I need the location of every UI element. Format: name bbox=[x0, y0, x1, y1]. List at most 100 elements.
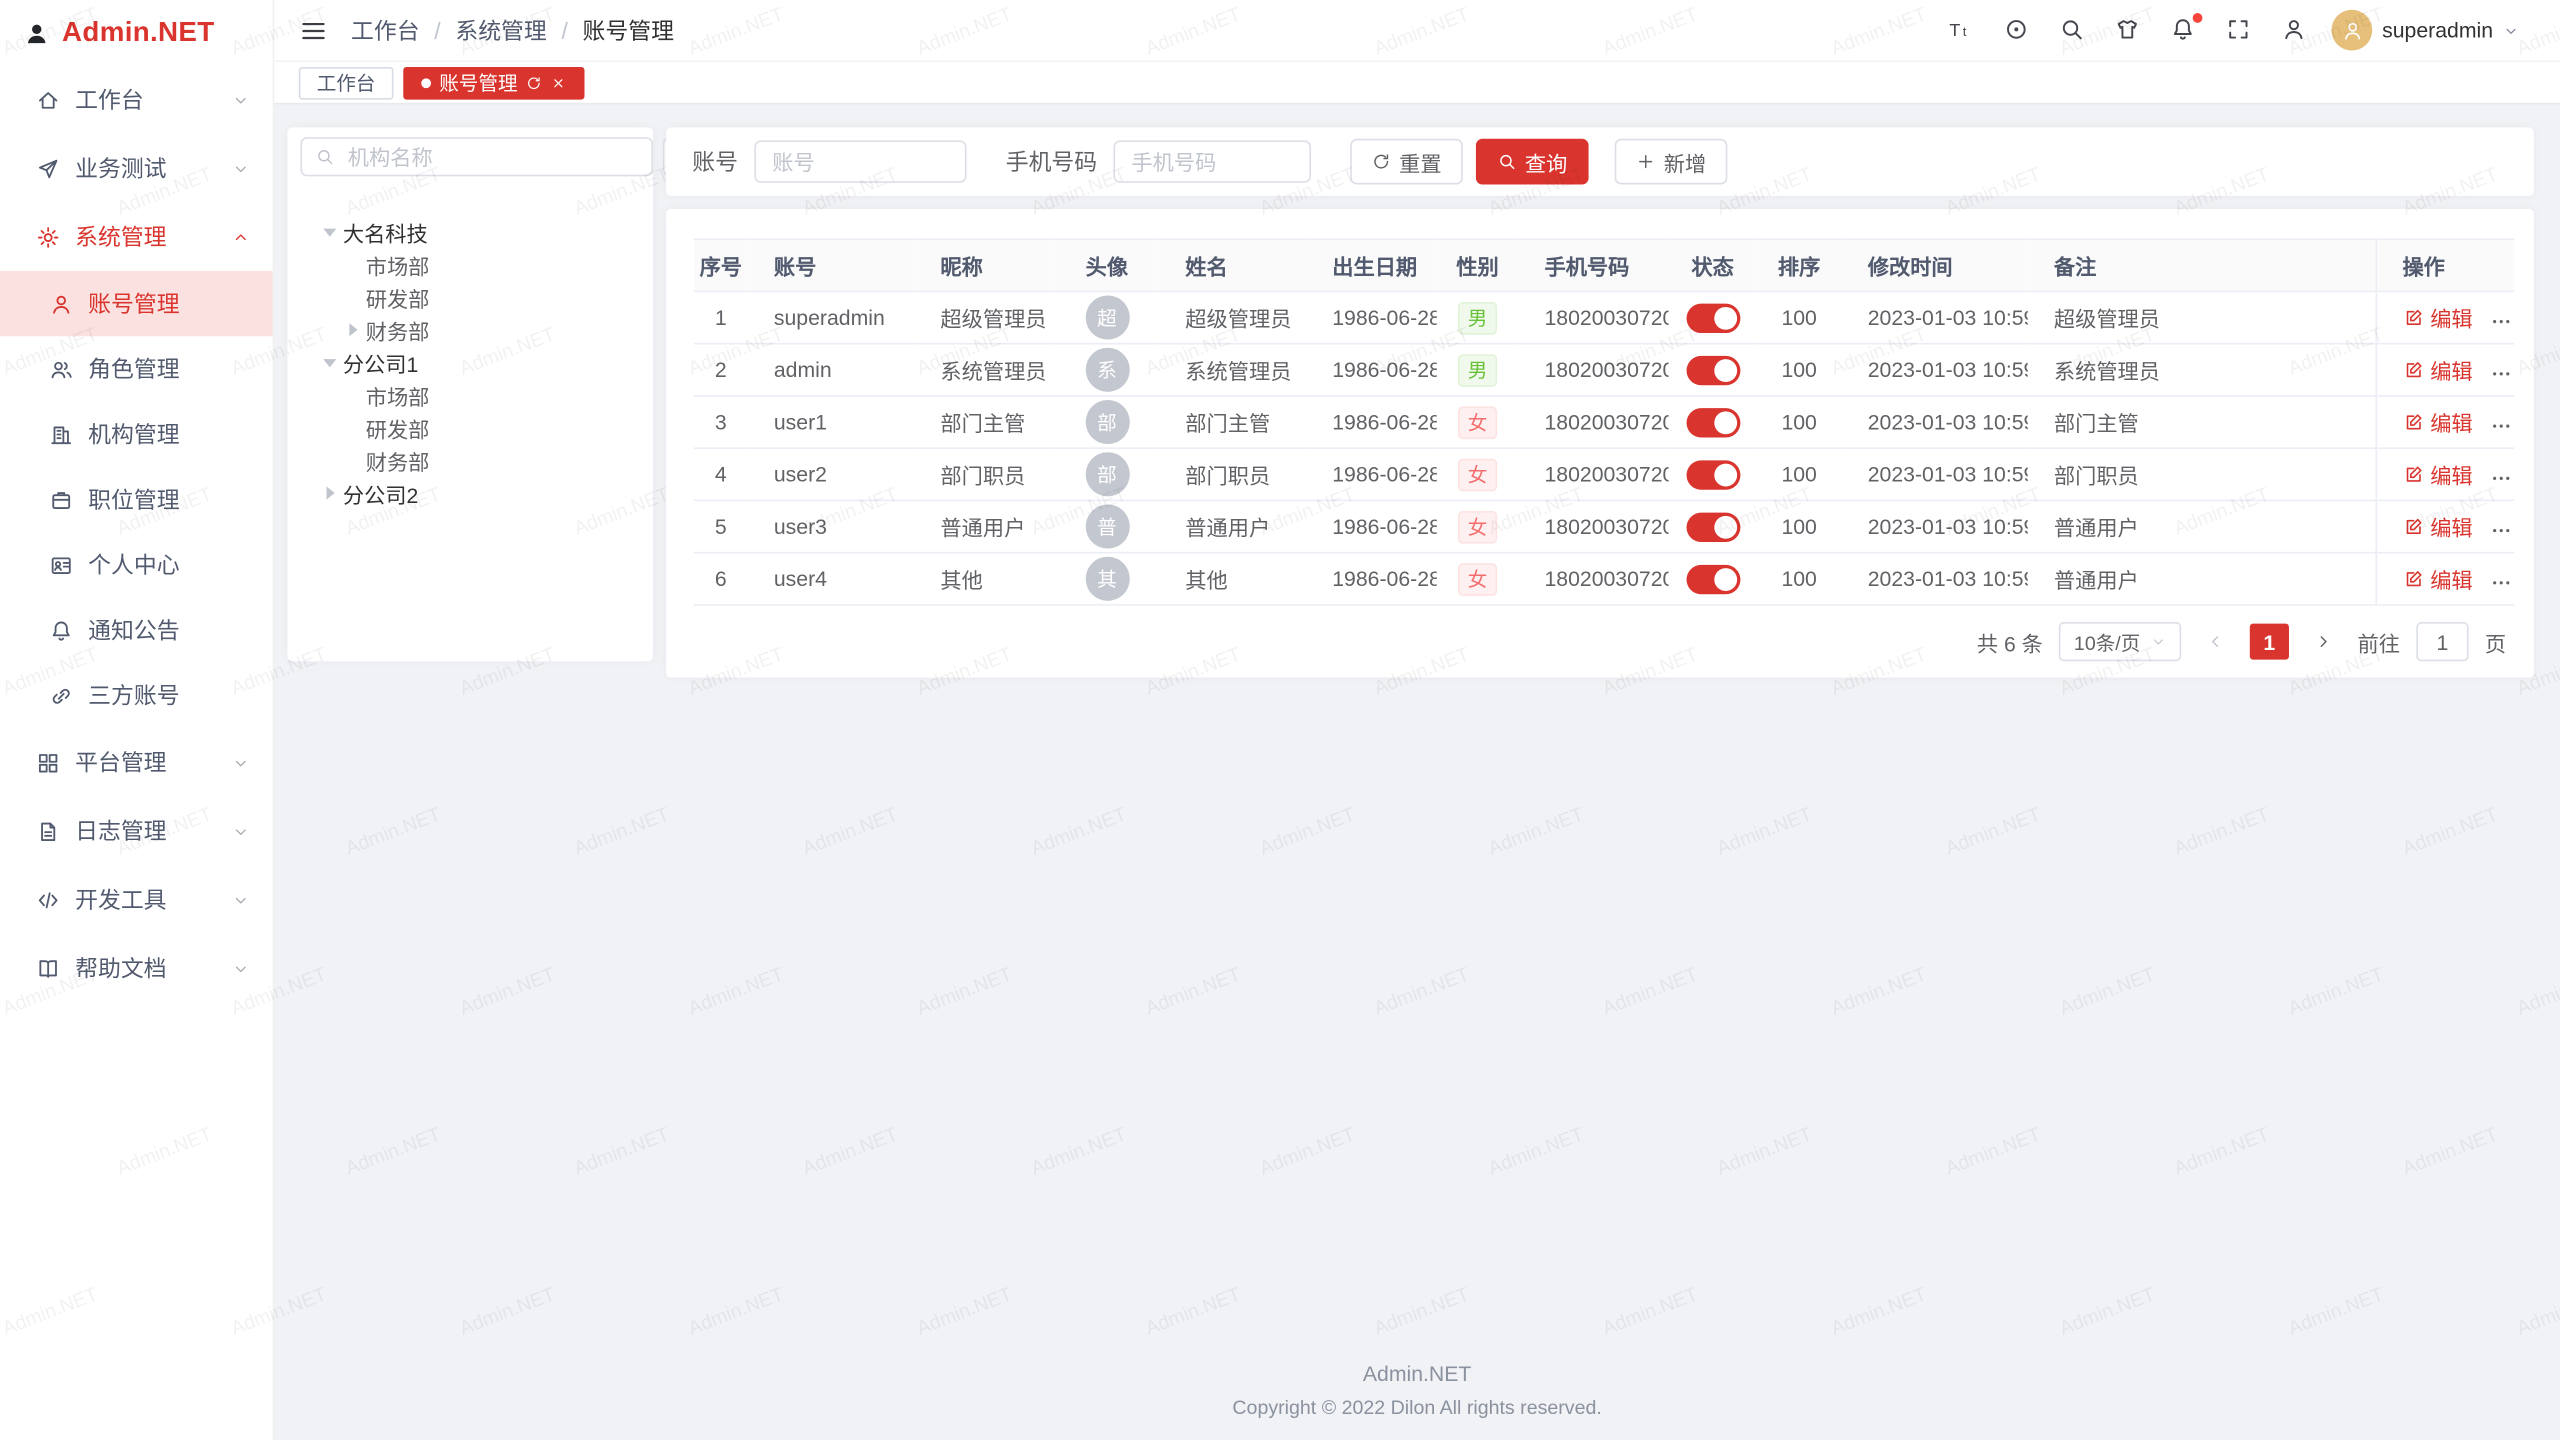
cell-account: admin bbox=[748, 344, 915, 396]
status-toggle[interactable] bbox=[1686, 512, 1740, 541]
column-actions: 操作 bbox=[2376, 239, 2515, 291]
phone-input[interactable] bbox=[1113, 140, 1311, 182]
edit-label: 编辑 bbox=[2430, 302, 2472, 333]
tree-node[interactable]: 分公司1 bbox=[300, 346, 640, 379]
cell-phone: 18020030720 bbox=[1518, 344, 1668, 396]
sidebar-item-role-management[interactable]: 角色管理 bbox=[0, 336, 273, 401]
reset-button[interactable]: 重置 bbox=[1350, 139, 1463, 185]
footer: Admin.NET Copyright © 2022 Dilon All rig… bbox=[274, 1362, 2560, 1440]
next-page-button[interactable] bbox=[2305, 624, 2341, 660]
edit-button[interactable]: 编辑 bbox=[2402, 511, 2472, 542]
cell-nickname: 系统管理员 bbox=[914, 344, 1054, 396]
account-input[interactable] bbox=[754, 140, 966, 182]
chevron-left-icon bbox=[2206, 632, 2226, 652]
cell-nickname: 其他 bbox=[914, 553, 1054, 605]
sidebar-item-workbench[interactable]: 工作台 bbox=[0, 65, 273, 134]
page-size-value: 10条/页 bbox=[2074, 628, 2140, 656]
row-more-button[interactable] bbox=[2489, 520, 2512, 543]
edit-icon bbox=[2402, 411, 2423, 432]
edit-button[interactable]: 编辑 bbox=[2402, 458, 2472, 489]
tree-node[interactable]: 财务部 bbox=[300, 313, 640, 346]
status-toggle[interactable] bbox=[1686, 564, 1740, 593]
sidebar-item-business-test[interactable]: 业务测试 bbox=[0, 134, 273, 203]
profile-button[interactable] bbox=[2281, 16, 2309, 44]
tree-node[interactable]: 分公司2 bbox=[300, 477, 640, 510]
breadcrumb-item: 账号管理 bbox=[582, 14, 673, 47]
caret-right-icon[interactable] bbox=[346, 323, 366, 336]
edit-button[interactable]: 编辑 bbox=[2402, 354, 2472, 385]
cell-remark: 超级管理员 bbox=[2028, 291, 2376, 343]
prev-page-button[interactable] bbox=[2197, 624, 2233, 660]
tree-node[interactable]: 市场部 bbox=[300, 379, 640, 412]
tree-node[interactable]: 研发部 bbox=[300, 411, 640, 444]
org-search-input[interactable] bbox=[344, 143, 638, 171]
cell-phone: 18020030720 bbox=[1518, 291, 1668, 343]
row-more-button[interactable] bbox=[2489, 363, 2512, 386]
tab-refresh-icon[interactable] bbox=[526, 74, 542, 90]
page-1-button[interactable]: 1 bbox=[2250, 624, 2289, 660]
status-toggle[interactable] bbox=[1686, 355, 1740, 384]
caret-right-icon[interactable] bbox=[323, 487, 343, 500]
search-button[interactable] bbox=[2059, 16, 2087, 44]
phone-label: 手机号码 bbox=[1006, 145, 1097, 178]
sidebar-item-label: 工作台 bbox=[75, 83, 144, 116]
edit-button[interactable]: 编辑 bbox=[2402, 406, 2472, 437]
search-button[interactable]: 查询 bbox=[1476, 139, 1589, 185]
tree-node[interactable]: 财务部 bbox=[300, 444, 640, 477]
tab-account-management[interactable]: 账号管理 bbox=[403, 66, 584, 99]
search-icon bbox=[1497, 152, 1517, 172]
column-avatar: 头像 bbox=[1055, 239, 1159, 291]
sidebar-item-notice[interactable]: 通知公告 bbox=[0, 598, 273, 663]
row-more-button[interactable] bbox=[2489, 467, 2512, 490]
tab-label: 工作台 bbox=[317, 69, 376, 97]
skin-button[interactable] bbox=[2114, 16, 2142, 44]
status-toggle[interactable] bbox=[1686, 460, 1740, 489]
sidebar-item-label: 机构管理 bbox=[88, 418, 179, 451]
sidebar-item-platform-management[interactable]: 平台管理 bbox=[0, 728, 273, 797]
column-remark: 备注 bbox=[2028, 239, 2376, 291]
caret-down-icon[interactable] bbox=[323, 352, 343, 373]
tab-close-icon[interactable] bbox=[550, 74, 566, 90]
row-more-button[interactable] bbox=[2489, 415, 2512, 438]
cell-account: user4 bbox=[748, 553, 915, 605]
sidebar-item-personal-center[interactable]: 个人中心 bbox=[0, 532, 273, 597]
menu-collapse-button[interactable] bbox=[299, 16, 328, 45]
cell-status bbox=[1669, 448, 1757, 500]
fullscreen-button[interactable] bbox=[2225, 16, 2253, 44]
record-button[interactable] bbox=[2003, 16, 2031, 44]
bell-button[interactable] bbox=[2170, 16, 2198, 44]
sidebar-item-system-management[interactable]: 系统管理 bbox=[0, 202, 273, 271]
sidebar-item-position-management[interactable]: 职位管理 bbox=[0, 467, 273, 532]
logo[interactable]: Admin.NET bbox=[0, 0, 273, 65]
sidebar-item-org-management[interactable]: 机构管理 bbox=[0, 402, 273, 467]
user-menu[interactable]: superadmin bbox=[2332, 10, 2520, 51]
sidebar-item-account-management[interactable]: 账号管理 bbox=[0, 271, 273, 336]
goto-page-input[interactable] bbox=[2416, 622, 2468, 661]
cell-account: user3 bbox=[748, 500, 915, 552]
sidebar-item-log-management[interactable]: 日志管理 bbox=[0, 797, 273, 866]
sidebar-item-third-account[interactable]: 三方账号 bbox=[0, 663, 273, 728]
breadcrumb-item[interactable]: 工作台 bbox=[351, 14, 420, 47]
edit-button[interactable]: 编辑 bbox=[2402, 563, 2472, 594]
tree-node[interactable]: 市场部 bbox=[300, 248, 640, 281]
page-size-select[interactable]: 10条/页 bbox=[2059, 622, 2181, 661]
row-more-button[interactable] bbox=[2489, 572, 2512, 595]
caret-down-icon[interactable] bbox=[323, 221, 343, 242]
breadcrumb-item[interactable]: 系统管理 bbox=[455, 14, 546, 47]
skin-icon bbox=[2114, 16, 2140, 42]
row-more-button[interactable] bbox=[2489, 311, 2512, 334]
logo-text: Admin.NET bbox=[62, 16, 215, 49]
status-toggle[interactable] bbox=[1686, 407, 1740, 436]
status-toggle[interactable] bbox=[1686, 303, 1740, 332]
add-button[interactable]: 新增 bbox=[1615, 139, 1728, 185]
cell-nickname: 部门职员 bbox=[914, 448, 1054, 500]
cell-name: 普通用户 bbox=[1159, 500, 1306, 552]
edit-button[interactable]: 编辑 bbox=[2402, 302, 2472, 333]
font-size-button[interactable]: Tt bbox=[1948, 16, 1976, 44]
username: superadmin bbox=[2382, 18, 2493, 42]
tree-node[interactable]: 大名科技 bbox=[300, 216, 640, 249]
tree-node[interactable]: 研发部 bbox=[300, 281, 640, 314]
sidebar-item-dev-tools[interactable]: 开发工具 bbox=[0, 865, 273, 934]
tab-workbench[interactable]: 工作台 bbox=[299, 66, 394, 99]
sidebar-item-help-docs[interactable]: 帮助文档 bbox=[0, 934, 273, 1003]
